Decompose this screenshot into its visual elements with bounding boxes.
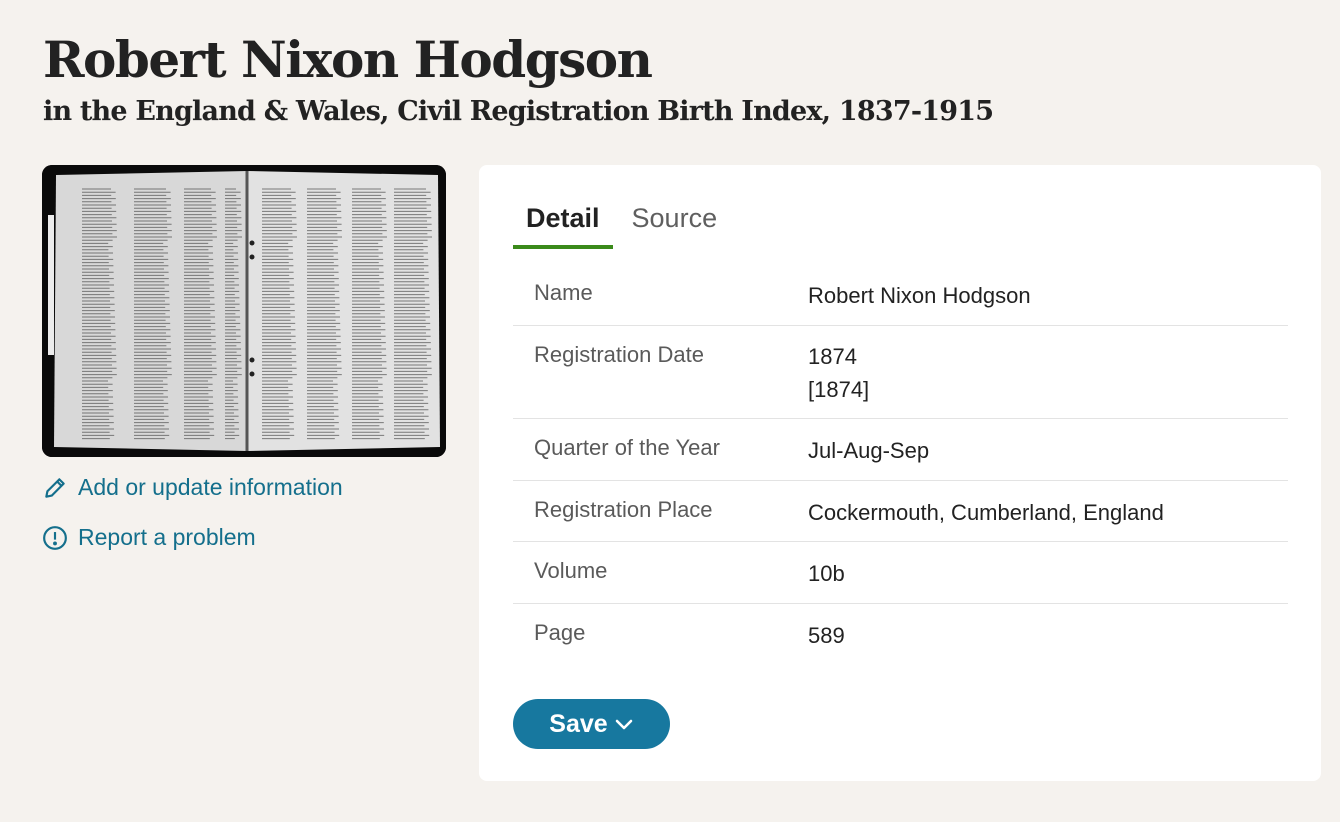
detail-value: 10b xyxy=(808,561,845,586)
detail-label: Registration Place xyxy=(534,497,713,522)
detail-label: Volume xyxy=(534,558,608,583)
detail-row-page: Page 589 xyxy=(513,604,1288,666)
record-image-thumbnail[interactable] xyxy=(42,165,446,457)
detail-label: Quarter of the Year xyxy=(534,435,720,460)
detail-row-volume: Volume 10b xyxy=(513,542,1288,604)
detail-row-registration-date: Registration Date 1874 [1874] xyxy=(513,326,1288,419)
tab-detail[interactable]: Detail xyxy=(513,197,613,249)
report-problem-link[interactable]: Report a problem xyxy=(42,524,256,551)
add-update-info-link[interactable]: Add or update information xyxy=(42,474,343,501)
page-subtitle: in the England & Wales, Civil Registrati… xyxy=(43,96,994,127)
detail-label: Page xyxy=(534,620,586,645)
alert-circle-icon xyxy=(42,525,68,551)
record-detail-card: Detail Source Name Robert Nixon Hodgson … xyxy=(479,165,1321,781)
detail-value: 1874 [1874] xyxy=(808,344,870,402)
tab-bar: Detail Source xyxy=(513,197,736,249)
tab-source[interactable]: Source xyxy=(619,197,731,243)
page-title: Robert Nixon Hodgson xyxy=(43,30,653,89)
add-update-info-label: Add or update information xyxy=(78,474,343,500)
pencil-icon xyxy=(42,475,68,501)
book-page-image xyxy=(42,165,446,457)
detail-row-quarter: Quarter of the Year Jul-Aug-Sep xyxy=(513,419,1288,481)
detail-label: Registration Date xyxy=(534,342,704,367)
detail-table: Name Robert Nixon Hodgson Registration D… xyxy=(513,263,1288,666)
detail-value: Cockermouth, Cumberland, England xyxy=(808,500,1164,525)
detail-row-registration-place: Registration Place Cockermouth, Cumberla… xyxy=(513,481,1288,542)
detail-value: Robert Nixon Hodgson xyxy=(808,283,1031,308)
save-button[interactable]: Save xyxy=(513,699,670,749)
detail-value: Jul-Aug-Sep xyxy=(808,438,930,463)
detail-label: Name xyxy=(534,280,593,305)
chevron-down-icon xyxy=(614,714,634,734)
save-button-label: Save xyxy=(549,709,608,738)
report-problem-label: Report a problem xyxy=(78,524,256,550)
detail-value: 589 xyxy=(808,623,845,648)
detail-row-name: Name Robert Nixon Hodgson xyxy=(513,263,1288,326)
